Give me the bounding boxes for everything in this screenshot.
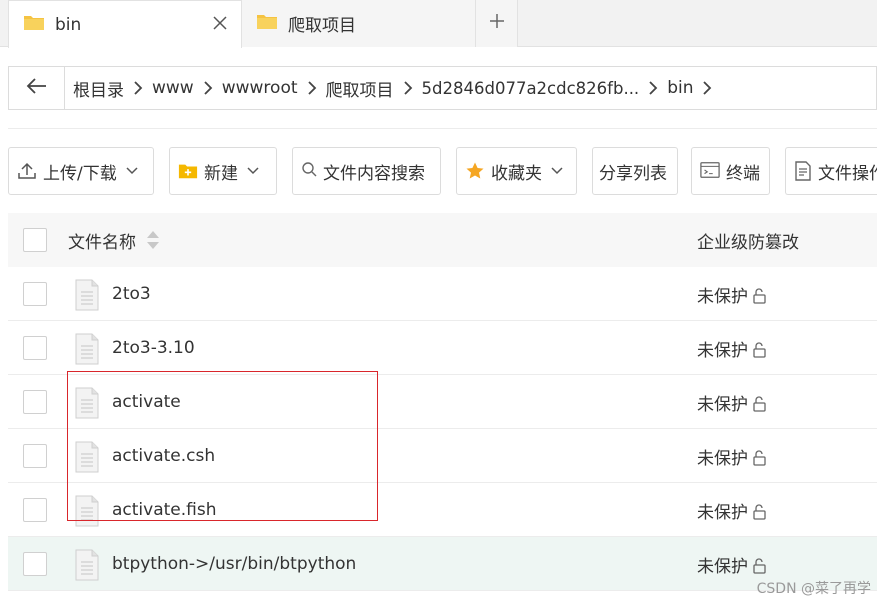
breadcrumb-item[interactable]: wwwroot — [222, 78, 298, 98]
file-icon — [74, 387, 100, 419]
upload-icon — [17, 161, 37, 181]
protection-status-label: 未保护 — [697, 394, 748, 415]
row-checkbox[interactable] — [23, 552, 47, 576]
arrow-left-icon — [26, 77, 48, 100]
breadcrumb-item[interactable]: 5d2846d077a2cdc826fb... — [422, 79, 640, 98]
favorites-button[interactable]: 收藏夹 — [456, 147, 577, 195]
file-name[interactable]: activate.fish — [112, 483, 217, 537]
breadcrumb-item[interactable]: bin — [667, 78, 693, 98]
chevron-right-icon — [194, 80, 222, 96]
breadcrumb-item[interactable]: 根目录 — [73, 76, 124, 101]
share-list-label: 分享列表 — [599, 163, 667, 184]
terminal-button[interactable]: 终端 — [691, 147, 770, 195]
breadcrumb: 根目录 www wwwroot 爬取项目 5d2846d077a2cdc826f… — [65, 76, 721, 101]
file-icon — [74, 495, 100, 527]
table-row[interactable]: activate.csh 未保护 — [8, 429, 877, 483]
terminal-label: 终端 — [726, 163, 760, 184]
content-search-button[interactable]: 文件内容搜索 — [292, 147, 441, 195]
folder-icon — [256, 12, 278, 35]
chevron-down-icon — [550, 166, 564, 176]
divider — [8, 128, 877, 129]
file-icon — [74, 333, 100, 365]
row-checkbox[interactable] — [23, 336, 47, 360]
back-button[interactable] — [9, 67, 65, 109]
row-checkbox[interactable] — [23, 498, 47, 522]
upload-download-button[interactable]: 上传/下载 — [8, 147, 154, 195]
search-icon — [301, 161, 317, 181]
unlock-icon — [750, 287, 768, 305]
sort-icon[interactable] — [146, 229, 160, 251]
tab-crawl-project[interactable]: 爬取项目 — [242, 0, 476, 47]
new-tab-button[interactable] — [476, 0, 518, 47]
table-row[interactable]: activate.fish 未保护 — [8, 483, 877, 537]
row-checkbox[interactable] — [23, 390, 47, 414]
chevron-right-icon — [124, 80, 152, 96]
file-icon — [74, 279, 100, 311]
file-name[interactable]: activate.csh — [112, 429, 215, 483]
terminal-icon — [700, 161, 720, 181]
select-all-checkbox[interactable] — [23, 228, 47, 252]
column-header-label: 文件名称 — [68, 232, 136, 253]
file-ops-button[interactable]: 文件操作 — [785, 147, 877, 195]
row-checkbox[interactable] — [23, 444, 47, 468]
row-checkbox[interactable] — [23, 282, 47, 306]
file-icon — [74, 549, 100, 581]
unlock-icon — [750, 341, 768, 359]
table-row[interactable]: activate 未保护 — [8, 375, 877, 429]
tab-bin[interactable]: bin — [8, 0, 242, 48]
chevron-right-icon — [298, 80, 326, 96]
upload-download-label: 上传/下载 — [43, 163, 117, 184]
protection-status-label: 未保护 — [697, 502, 748, 523]
tab-bar: bin 爬取项目 — [0, 0, 877, 48]
file-name[interactable]: 2to3 — [112, 267, 151, 321]
breadcrumb-item[interactable]: 爬取项目 — [326, 76, 394, 101]
column-header-name[interactable]: 文件名称 — [68, 213, 160, 267]
protection-status-label: 未保护 — [697, 556, 748, 577]
new-button[interactable]: 新建 — [169, 147, 277, 195]
chevron-right-icon — [693, 80, 721, 96]
chevron-down-icon — [125, 166, 139, 176]
tab-label: bin — [55, 14, 82, 35]
tab-label: 爬取项目 — [288, 16, 356, 36]
table-row[interactable]: btpython->/usr/bin/btpython 未保护 — [8, 537, 877, 591]
new-folder-icon — [178, 161, 198, 181]
column-header-protection: 企业级防篡改 — [697, 232, 799, 253]
protection-status-label: 未保护 — [697, 340, 748, 361]
watermark: CSDN @菜了再学 — [756, 581, 871, 597]
file-ops-label: 文件操作 — [818, 163, 877, 184]
protection-status-label: 未保护 — [697, 286, 748, 307]
unlock-icon — [750, 449, 768, 467]
table-row[interactable]: 2to3 未保护 — [8, 267, 877, 321]
unlock-icon — [750, 557, 768, 575]
table-row[interactable]: 2to3-3.10 未保护 — [8, 321, 877, 375]
unlock-icon — [750, 395, 768, 413]
protection-status[interactable]: 未保护 — [697, 429, 768, 483]
star-icon — [465, 161, 485, 181]
share-list-button[interactable]: 分享列表 — [592, 147, 678, 195]
chevron-right-icon — [639, 80, 667, 96]
file-icon — [74, 441, 100, 473]
chevron-right-icon — [394, 80, 422, 96]
file-name[interactable]: btpython->/usr/bin/btpython — [112, 537, 356, 591]
chevron-down-icon — [246, 166, 260, 176]
table-header: 文件名称 企业级防篡改 — [8, 213, 877, 267]
content-search-label: 文件内容搜索 — [323, 163, 425, 184]
protection-status-label: 未保护 — [697, 448, 748, 469]
close-icon[interactable] — [211, 14, 229, 32]
protection-status[interactable]: 未保护 — [697, 375, 768, 429]
protection-status[interactable]: 未保护 — [697, 267, 768, 321]
protection-status[interactable]: 未保护 — [697, 483, 768, 537]
new-label: 新建 — [204, 163, 238, 184]
folder-icon — [23, 13, 45, 36]
document-icon — [794, 161, 812, 181]
breadcrumb-item[interactable]: www — [152, 78, 194, 98]
breadcrumb-bar: 根目录 www wwwroot 爬取项目 5d2846d077a2cdc826f… — [8, 66, 877, 110]
file-name[interactable]: 2to3-3.10 — [112, 321, 195, 375]
plus-icon — [488, 12, 506, 35]
file-name[interactable]: activate — [112, 375, 181, 429]
protection-status[interactable]: 未保护 — [697, 321, 768, 375]
unlock-icon — [750, 503, 768, 521]
favorites-label: 收藏夹 — [491, 163, 542, 184]
